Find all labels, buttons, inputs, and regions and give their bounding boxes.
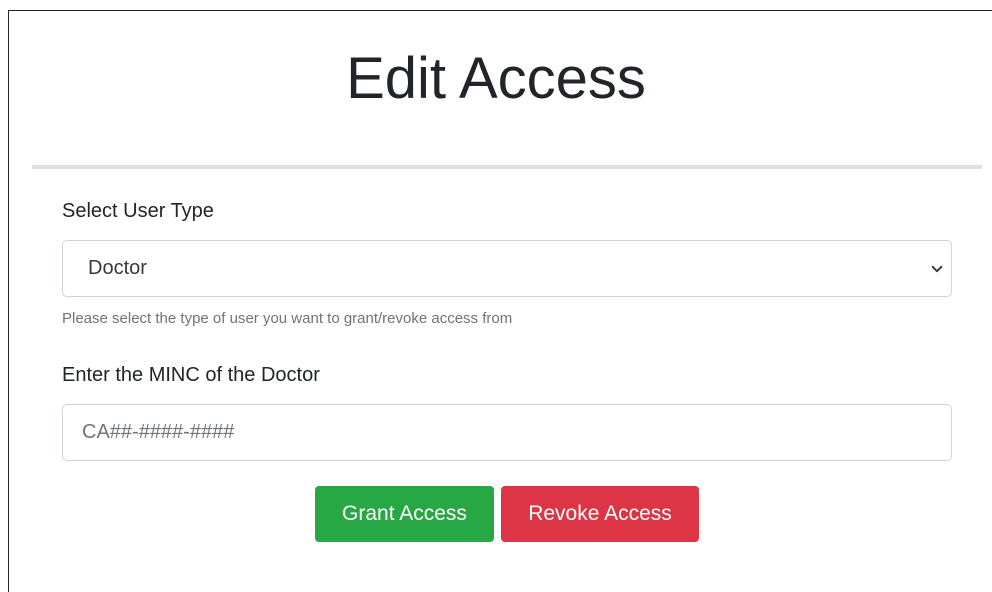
minc-label: Enter the MINC of the Doctor <box>62 364 320 386</box>
user-type-select[interactable]: Doctor <box>62 240 952 297</box>
minc-input[interactable] <box>62 404 952 461</box>
user-type-label: Select User Type <box>62 200 214 222</box>
revoke-access-button[interactable]: Revoke Access <box>501 486 699 542</box>
chevron-down-icon <box>931 265 943 273</box>
user-type-selected-value: Doctor <box>88 257 147 279</box>
page-title: Edit Access <box>346 46 646 111</box>
grant-access-button[interactable]: Grant Access <box>315 486 494 542</box>
user-type-help-text: Please select the type of user you want … <box>62 310 513 327</box>
title-divider <box>32 165 982 169</box>
